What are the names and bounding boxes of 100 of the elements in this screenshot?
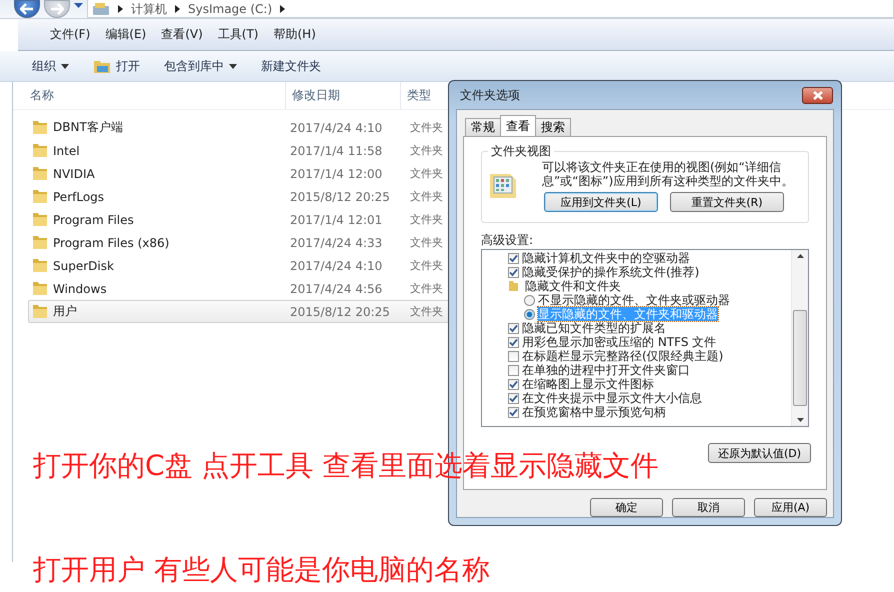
file-type: 文件夹	[410, 166, 444, 181]
toolbar-button[interactable]: 打开	[91, 58, 142, 74]
checkbox[interactable]	[508, 336, 519, 348]
setting-label: 在文件夹提示中显示文件大小信息	[522, 391, 702, 405]
file-type: 文件夹	[410, 258, 444, 273]
setting-label: 不显示隐藏的文件、文件夹或驱动器	[538, 293, 730, 307]
scrollbar[interactable]	[791, 250, 808, 426]
file-type: 文件夹	[410, 281, 444, 296]
dialog-button[interactable]: 确定	[590, 498, 663, 517]
menu-item[interactable]: 文件(F)	[50, 26, 90, 43]
setting-label: 显示隐藏的文件、文件夹和驱动器	[538, 307, 718, 321]
folder-icon	[32, 212, 48, 227]
dialog-title: 文件夹选项	[460, 86, 520, 104]
file-row[interactable]: Program Files 2017/1/4 12:01 文件夹	[28, 208, 470, 231]
file-name: Windows	[53, 282, 108, 296]
column-header[interactable]: 名称	[13, 82, 286, 109]
file-name: DBNT客户端	[53, 119, 124, 136]
chevron-icon[interactable]	[175, 4, 180, 12]
chevron-icon[interactable]	[118, 4, 123, 12]
checkbox[interactable]	[508, 350, 519, 362]
checkbox[interactable]	[508, 252, 519, 264]
checkbox[interactable]	[508, 322, 519, 334]
file-name: Program Files (x86)	[53, 236, 170, 250]
checkbox[interactable]	[508, 364, 519, 376]
file-type: 文件夹	[410, 189, 444, 204]
folder-icon	[32, 189, 48, 204]
file-row[interactable]: Windows 2017/4/24 4:56 文件夹	[28, 277, 470, 300]
file-type: 文件夹	[410, 235, 444, 250]
file-name: PerfLogs	[53, 190, 106, 204]
back-button[interactable]	[14, 0, 40, 18]
file-name: 用户	[53, 303, 78, 320]
dialog-button[interactable]: 重置文件夹(R)	[670, 192, 784, 212]
description-text: 可以将该文件夹正在使用的视图(例如“详细信息”或“图标”)应用到所有这种类型的文件夹中。	[542, 160, 794, 188]
tab[interactable]: 搜索	[535, 118, 571, 136]
chevron-icon[interactable]	[280, 4, 286, 12]
radio-button[interactable]	[524, 294, 535, 306]
file-name: SuperDisk	[53, 258, 115, 272]
setting-label: 在单独的进程中打开文件夹窗口	[522, 363, 690, 377]
file-row[interactable]: PerfLogs 2015/8/12 20:25 文件夹	[28, 185, 470, 208]
file-type: 文件夹	[410, 143, 444, 158]
scroll-thumb[interactable]	[793, 310, 807, 406]
dialog-button[interactable]: 应用(A)	[754, 498, 827, 517]
file-type: 文件夹	[410, 120, 444, 135]
checkbox[interactable]	[508, 378, 519, 390]
breadcrumb[interactable]: 计算机	[131, 2, 167, 16]
file-date: 2017/4/24 4:10	[290, 258, 384, 272]
file-row[interactable]: NVIDIA 2017/1/4 12:00 文件夹	[28, 162, 470, 185]
file-row[interactable]: Intel 2017/1/4 11:58 文件夹	[28, 139, 470, 162]
file-row[interactable]: SuperDisk 2017/4/24 4:10 文件夹	[28, 254, 470, 277]
folder-icon	[508, 280, 519, 292]
tab[interactable]: 常规	[465, 118, 501, 136]
folder-icon	[32, 235, 48, 250]
close-button[interactable]	[802, 86, 833, 104]
file-date: 2017/1/4 11:58	[290, 144, 384, 158]
file-row[interactable]: Program Files (x86) 2017/4/24 4:33 文件夹	[28, 231, 470, 254]
toolbar-button[interactable]: 新建文件夹	[259, 58, 323, 74]
folder-icon	[32, 166, 48, 181]
breadcrumb[interactable]: SysImage (C:)	[188, 2, 272, 16]
column-header[interactable]: 类型	[401, 82, 451, 109]
section-label: 高级设置:	[481, 233, 534, 247]
toolbar-button[interactable]: 包含到库中	[162, 58, 239, 74]
annotation-text: 打开用户 有些人可能是你电脑的名称	[33, 553, 490, 587]
setting-label: 在标题栏显示完整路径(仅限经典主题)	[522, 349, 724, 363]
menu-item[interactable]: 工具(T)	[218, 26, 258, 43]
folder-icon	[32, 120, 48, 135]
folder-icon	[32, 304, 48, 319]
address-bar[interactable]: 计算机 SysImage (C:)	[87, 0, 894, 18]
checkbox[interactable]	[508, 392, 519, 404]
file-type: 文件夹	[410, 212, 444, 227]
setting-label: 在预览窗格中显示预览句柄	[522, 405, 666, 419]
dialog-button[interactable]: 取消	[672, 498, 745, 517]
checkbox[interactable]	[508, 266, 519, 278]
file-name: Program Files	[53, 212, 135, 226]
folder-icon	[32, 143, 48, 158]
file-date: 2017/4/24 4:33	[290, 236, 384, 250]
menu-item[interactable]: 帮助(H)	[274, 26, 316, 43]
file-date: 2015/8/12 20:25	[290, 190, 391, 204]
caret-icon	[229, 64, 237, 68]
setting-label: 隐藏计算机文件夹中的空驱动器	[522, 251, 690, 265]
group-title: 文件夹视图	[490, 143, 552, 160]
checkbox[interactable]	[508, 406, 519, 418]
column-header[interactable]: 修改日期	[286, 82, 401, 109]
file-date: 2017/4/24 4:56	[290, 282, 384, 296]
tab[interactable]: 查看	[500, 115, 536, 136]
toolbar-button[interactable]: 组织	[30, 58, 71, 74]
up-arrow-icon[interactable]	[796, 254, 804, 258]
forward-arrow-icon	[50, 3, 64, 15]
setting-label: 在缩略图上显示文件图标	[522, 377, 654, 391]
file-name: Intel	[53, 144, 81, 158]
file-date: 2017/4/24 4:10	[290, 120, 384, 134]
restore-defaults-button[interactable]: 还原为默认值(D)	[708, 443, 811, 463]
close-icon	[812, 90, 824, 100]
folder-icon	[32, 281, 48, 296]
radio-button[interactable]	[524, 308, 535, 320]
menu-item[interactable]: 查看(V)	[161, 26, 203, 43]
dialog-button[interactable]: 应用到文件夹(L)	[544, 192, 658, 212]
folder-icon	[93, 58, 111, 74]
caret-icon[interactable]	[74, 3, 83, 9]
down-arrow-icon[interactable]	[796, 418, 804, 422]
menu-item[interactable]: 编辑(E)	[105, 26, 146, 43]
